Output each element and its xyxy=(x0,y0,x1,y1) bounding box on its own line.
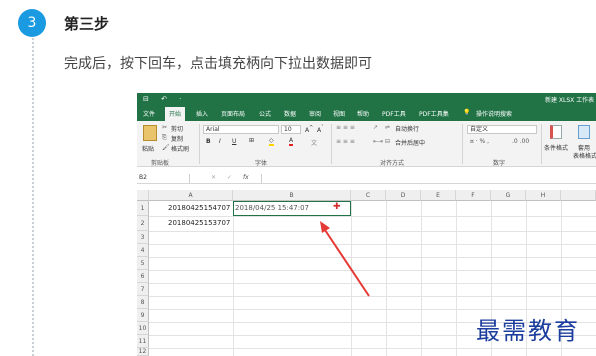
home-ribbon: 粘贴 ✂ 剪切 ⎘ 复制 🖌 格式刷 剪贴板 Arial 10 A^ Aˇ B … xyxy=(137,121,596,167)
number-format-dropdown[interactable]: 自定义 xyxy=(467,125,537,134)
tab-pdf-toolset[interactable]: PDF工具集 xyxy=(419,109,449,118)
number-group-label: 数字 xyxy=(493,160,506,167)
paste-button[interactable]: 粘贴 xyxy=(142,144,154,153)
formula-bar: B2 ✕ ✓ fx xyxy=(137,173,596,184)
borders-icon[interactable]: ⊞ xyxy=(249,137,254,144)
arrow-shaft xyxy=(322,226,370,297)
name-box[interactable]: B2 xyxy=(137,174,190,183)
formula-divider xyxy=(261,174,262,183)
conditional-format-icon xyxy=(550,125,562,139)
step-description: 完成后，按下回车，点击填充柄向下拉出数据即可 xyxy=(64,56,372,72)
fill-color-icon[interactable]: ◇ xyxy=(269,137,274,146)
font-name-dropdown[interactable]: Arial xyxy=(203,125,279,134)
align-left-icon[interactable]: ≡ ≡ ≡ xyxy=(336,138,355,145)
quick-access-toolbar[interactable]: ⊟ ↶ · xyxy=(143,95,186,103)
wrap-text-icon: ⇌ xyxy=(385,124,391,131)
watermark-text: 最需教育 xyxy=(476,317,580,345)
group-separator xyxy=(331,124,332,164)
tab-insert[interactable]: 插入 xyxy=(196,109,208,118)
cut-icon: ✂ xyxy=(162,124,168,131)
clipboard-group-label: 剪贴板 xyxy=(151,160,170,167)
wrap-text-button[interactable]: 自动换行 xyxy=(395,124,419,133)
window-title: 新建 XLSX 工作表 xyxy=(545,97,595,104)
tab-home[interactable]: 开始 xyxy=(165,107,186,121)
indent-icon[interactable]: ⇤⇥ xyxy=(373,138,383,145)
format-painter-icon: 🖌 xyxy=(162,144,170,151)
table-format-icon xyxy=(578,125,590,139)
font-size-dropdown[interactable]: 10 xyxy=(281,125,301,134)
tab-pdf-tools[interactable]: PDF工具 xyxy=(382,109,406,118)
group-separator xyxy=(541,124,542,164)
conditional-format-button[interactable]: 条件格式 xyxy=(544,143,568,152)
tab-view[interactable]: 视图 xyxy=(333,109,345,118)
enter-icon[interactable]: ✓ xyxy=(227,174,232,181)
tab-data[interactable]: 数据 xyxy=(284,109,296,118)
tab-file[interactable]: 文件 xyxy=(143,109,155,118)
group-separator xyxy=(462,124,463,164)
table-format-label: 表格格式 xyxy=(573,153,596,160)
decimal-icon[interactable]: .0 .00 xyxy=(512,138,529,145)
tab-help[interactable]: 帮助 xyxy=(357,109,369,118)
bold-button[interactable]: B xyxy=(206,138,211,145)
orientation-icon[interactable]: ↗ xyxy=(373,124,378,131)
clipboard-icon xyxy=(143,125,157,141)
excel-title-bar: ⊟ ↶ · 新建 XLSX 工作表 xyxy=(137,93,596,106)
step-title: 第三步 xyxy=(64,15,110,33)
font-color-button[interactable]: A xyxy=(289,137,294,146)
cancel-icon[interactable]: ✕ xyxy=(211,174,216,181)
tab-formulas[interactable]: 公式 xyxy=(259,109,271,118)
function-button[interactable]: fx xyxy=(243,174,249,181)
italic-button[interactable]: I xyxy=(219,138,221,145)
tab-page-layout[interactable]: 页面布局 xyxy=(221,109,245,118)
copy-icon: ⎘ xyxy=(162,134,167,141)
merge-center-button[interactable]: 合并后居中 xyxy=(395,138,425,147)
grow-font-icon[interactable]: A^ xyxy=(305,125,313,134)
tab-review[interactable]: 审阅 xyxy=(309,109,321,118)
lightbulb-icon: 💡 xyxy=(463,109,471,116)
shrink-font-icon[interactable]: Aˇ xyxy=(317,125,324,134)
step-number-badge: 3 xyxy=(18,9,46,37)
font-group-label: 字体 xyxy=(255,160,268,167)
alignment-group-label: 对齐方式 xyxy=(380,160,405,167)
underline-button[interactable]: U xyxy=(232,138,236,145)
cut-button[interactable]: 剪切 xyxy=(171,124,183,133)
phonetic-icon[interactable]: 文 xyxy=(311,138,317,147)
step-timeline-line xyxy=(32,38,34,356)
copy-button[interactable]: 复制 xyxy=(171,134,183,143)
currency-icon[interactable]: ¤ · % , xyxy=(470,138,489,145)
ribbon-tabs: 文件 开始 插入 页面布局 公式 数据 审阅 视图 帮助 PDF工具 PDF工具… xyxy=(137,106,596,121)
merge-center-icon: ⊟ xyxy=(385,138,391,145)
align-top-icon[interactable]: ≡ ≡ ≡ xyxy=(336,124,355,131)
tell-me-search[interactable]: 操作说明搜索 xyxy=(476,109,512,118)
group-separator xyxy=(199,124,200,164)
format-painter-button[interactable]: 格式刷 xyxy=(171,144,189,153)
